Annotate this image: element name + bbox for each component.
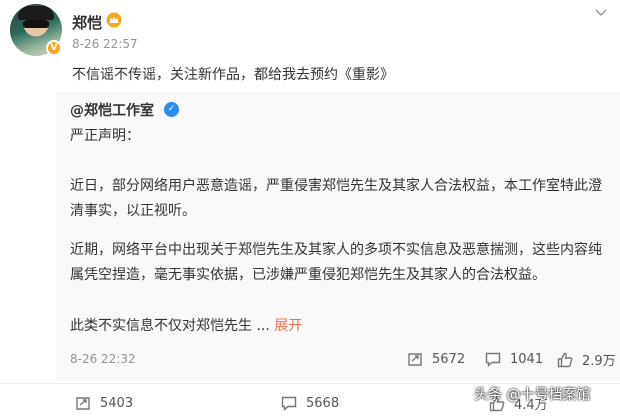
watermark: 头条 @十号档案馆 [474, 387, 591, 403]
statement-title: 严正声明： [70, 128, 140, 144]
verified-blue-icon: ✓ [164, 102, 179, 117]
chevron-down-icon[interactable] [594, 6, 608, 20]
post-timestamp[interactable]: 8-26 22:57 [72, 37, 138, 51]
verified-badge-icon: V [46, 40, 62, 56]
post-text: 不信谣不传谣，关注新作品，都给我去预约《重影》 [72, 67, 394, 83]
quoted-repost-count: 5672 [432, 351, 466, 367]
comment-count: 5668 [306, 395, 340, 411]
comment-button[interactable]: 5668 [280, 394, 339, 412]
statement-paragraph-1: 近日，部分网络用户恶意造谣，严重侵害郑恺先生及其家人合法权益，本工作室特此澄清事… [70, 178, 602, 219]
quoted-like-count: 2.9万 [582, 354, 616, 369]
repost-icon [76, 397, 90, 410]
statement-paragraph-3: 此类不实信息不仅对郑恺先生 ... 展开 [70, 314, 610, 339]
repost-box[interactable]: @郑恺工作室 ✓ 严正声明： 近日，部分网络用户恶意造谣，严重侵害郑恺先生及其家… [56, 92, 620, 380]
repost-icon [408, 353, 422, 366]
crown-icon [106, 12, 122, 28]
quoted-like-button[interactable]: 2.9万 [556, 350, 616, 369]
sunglasses-shape [23, 20, 49, 28]
repost-button[interactable]: 5403 [74, 394, 133, 412]
ellipsis: ... [252, 318, 275, 334]
thumbs-up-icon [557, 352, 573, 367]
statement-paragraph-2: 近期，网络平台中出现关于郑恺先生及其家人的多项不实信息及恶意揣测，这些内容纯属凭… [70, 242, 602, 283]
hat-shape [18, 6, 54, 20]
quoted-repost-button[interactable]: 5672 [406, 350, 465, 368]
post-username[interactable]: 郑恺 [72, 12, 102, 33]
quoted-timestamp[interactable]: 8-26 22:32 [70, 352, 136, 366]
statement-paragraph-3-text: 此类不实信息不仅对郑恺先生 [70, 318, 252, 334]
repost-count: 5403 [100, 395, 134, 411]
quoted-comment-count: 1041 [510, 351, 544, 367]
expand-link[interactable]: 展开 [274, 318, 302, 334]
quoted-username[interactable]: @郑恺工作室 [70, 100, 154, 120]
comment-icon [485, 352, 501, 368]
quoted-comment-button[interactable]: 1041 [484, 350, 543, 368]
comment-icon [281, 396, 297, 412]
